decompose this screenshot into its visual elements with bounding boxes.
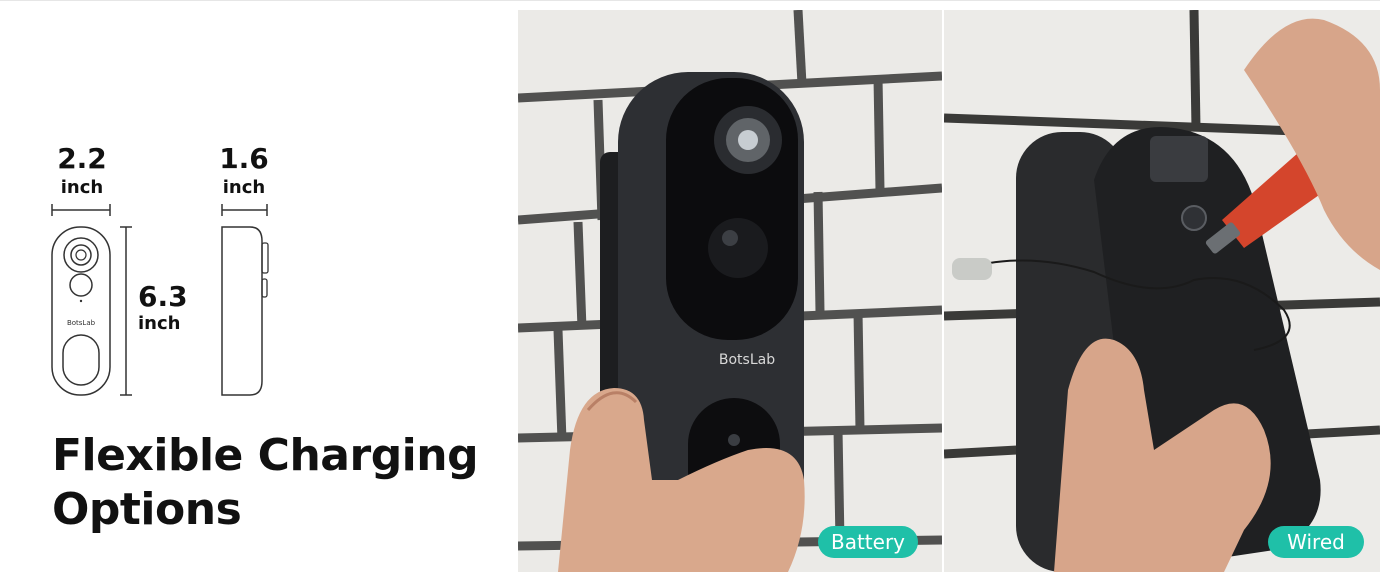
headline-line-2: Options — [52, 484, 242, 535]
headline: Flexible Charging Options — [52, 429, 512, 537]
width-unit: inch — [60, 177, 104, 198]
dimensions-panel: 2.2 inch 1.6 inch 6.3 inch BotsLab Flexi… — [0, 1, 518, 572]
wired-install-photo — [944, 10, 1380, 572]
headline-line-1: Flexible Charging — [52, 430, 479, 481]
battery-badge: Battery — [818, 526, 918, 558]
hand-battery — [558, 388, 805, 572]
device-drawing-logo: BotsLab — [66, 319, 96, 327]
hands-wired — [1054, 18, 1380, 572]
width-value: 2.2 — [57, 142, 107, 175]
depth-unit: inch — [222, 177, 266, 198]
battery-install-photo: BotsLab — [518, 10, 942, 572]
wired-badge: Wired — [1268, 526, 1364, 558]
dimension-drawing — [51, 204, 269, 396]
depth-value: 1.6 — [219, 142, 269, 175]
